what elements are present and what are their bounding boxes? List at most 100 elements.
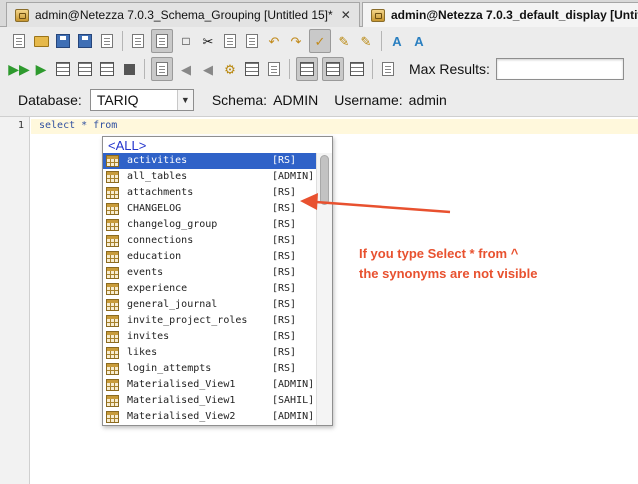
check-button[interactable]: ✓ (309, 29, 331, 53)
table-icon (106, 283, 119, 295)
find-button[interactable]: ✎ (335, 32, 353, 50)
autocomplete-item[interactable]: likes [RS] (103, 345, 316, 361)
autocomplete-item-schema: [ADMIN] (272, 411, 315, 422)
toggle-button[interactable] (151, 29, 173, 53)
copy-button[interactable] (221, 32, 239, 50)
tab-label: admin@Netezza 7.0.3_Schema_Grouping [Unt… (35, 8, 333, 22)
close-icon[interactable]: ✕ (341, 8, 351, 22)
stop-button[interactable] (120, 60, 138, 78)
table-icon (106, 363, 119, 375)
connection-icon (15, 8, 29, 22)
autocomplete-filter-header[interactable]: <ALL> (108, 138, 146, 153)
sql-editor-window: admin@Netezza 7.0.3_Schema_Grouping [Unt… (0, 0, 638, 484)
print-button[interactable] (129, 32, 147, 50)
autocomplete-item-name: Materialised_View1 (127, 379, 236, 390)
find-replace-button[interactable]: ✎ (357, 32, 375, 50)
autocomplete-item[interactable]: general_journal [RS] (103, 297, 316, 313)
execute-button[interactable]: ▶ (32, 60, 50, 78)
autocomplete-item[interactable]: experience [RS] (103, 281, 316, 297)
rollback-button[interactable]: ◀ (199, 60, 217, 78)
table-icon (106, 395, 119, 407)
autocomplete-item[interactable]: Materialised_View2 [ADMIN] (103, 409, 316, 425)
text-view-icon (326, 62, 340, 76)
autocomplete-popup[interactable]: <ALL> activities [RS] all_tables [ADMIN] att… (102, 136, 333, 426)
max-results-input[interactable] (495, 58, 624, 80)
autocomplete-item[interactable]: all_tables [ADMIN] (103, 169, 316, 185)
close-file-button[interactable] (98, 32, 116, 50)
autocomplete-item[interactable]: changelog_group [RS] (103, 217, 316, 233)
export-button[interactable] (243, 60, 261, 78)
autocomplete-item[interactable]: login_attempts [RS] (103, 361, 316, 377)
stop-icon (123, 63, 135, 75)
autocomplete-item-name: CHANGELOG (127, 203, 182, 214)
autocomplete-item-name: invites (127, 331, 170, 342)
import-button[interactable] (265, 60, 283, 78)
table-icon (106, 171, 119, 183)
autocomplete-item[interactable]: events [RS] (103, 265, 316, 281)
copy-icon (224, 34, 236, 48)
table-icon (106, 203, 119, 215)
grid-view-icon (300, 62, 314, 76)
sql-code[interactable]: select * from (39, 120, 117, 131)
undo-button[interactable]: ↶ (265, 32, 283, 50)
print-icon (132, 34, 144, 48)
database-select[interactable]: TARIQ ▼ (89, 89, 194, 111)
connection-bar: Database: TARIQ ▼ Schema: ADMIN Username… (0, 84, 638, 116)
table-icon (106, 347, 119, 359)
paste-button[interactable] (243, 32, 261, 50)
autocomplete-item-name: Materialised_View1 (127, 395, 236, 406)
tab-default-display[interactable]: admin@Netezza 7.0.3_default_display [Unt… (362, 2, 638, 27)
autocomplete-item-schema: [RS] (272, 251, 297, 262)
explain-icon (100, 62, 114, 76)
import-icon (268, 62, 280, 76)
annotation-line-1: If you type Select * from ^ (359, 246, 519, 261)
new-file-button[interactable] (10, 32, 28, 50)
autocomplete-item-schema: [RS] (272, 187, 297, 198)
results-button[interactable] (348, 60, 366, 78)
execute-current-button[interactable] (76, 60, 94, 78)
toolbar-separator (381, 31, 382, 51)
print-results-button[interactable] (379, 60, 397, 78)
autocomplete-item[interactable]: attachments [RS] (103, 185, 316, 201)
line-number: 1 (17, 120, 24, 131)
autocomplete-list[interactable]: activities [RS] all_tables [ADMIN] attachmen… (103, 153, 316, 425)
execute-all-button[interactable]: ▶▶ (8, 60, 30, 78)
redo-button[interactable]: ↷ (287, 32, 305, 50)
max-results-label: Max Results: (409, 61, 490, 77)
save-as-button[interactable] (76, 32, 94, 50)
autocomplete-item[interactable]: invite_project_roles [RS] (103, 313, 316, 329)
format-alt-button[interactable]: A (410, 32, 428, 50)
results-icon (350, 62, 364, 76)
select-all-button[interactable]: □ (177, 32, 195, 50)
tab-schema-grouping[interactable]: admin@Netezza 7.0.3_Schema_Grouping [Unt… (6, 2, 360, 27)
autocomplete-item[interactable]: Materialised_View1 [ADMIN] (103, 377, 316, 393)
autocomplete-item[interactable]: invites [RS] (103, 329, 316, 345)
table-icon (106, 251, 119, 263)
run-icon: ▶ (35, 61, 47, 77)
open-button[interactable] (32, 32, 50, 50)
autocomplete-item-name: general_journal (127, 299, 218, 310)
cut-button[interactable]: ✂ (199, 32, 217, 50)
autocomplete-item[interactable]: activities [RS] (103, 153, 316, 169)
tab-label: admin@Netezza 7.0.3_default_display [Unt… (391, 8, 638, 22)
text-view-button[interactable] (322, 57, 344, 81)
autocomplete-item[interactable]: Materialised_View1 [SAHIL] (103, 393, 316, 409)
connection-icon (371, 8, 385, 22)
close-file-icon (101, 34, 113, 48)
autocomplete-item[interactable]: CHANGELOG [RS] (103, 201, 316, 217)
autocomplete-item-name: all_tables (127, 171, 188, 182)
execute-script-button[interactable] (54, 60, 72, 78)
table-icon (106, 219, 119, 231)
autocomplete-item-name: login_attempts (127, 363, 212, 374)
autocomplete-item[interactable]: education [RS] (103, 249, 316, 265)
format-button[interactable]: A (388, 32, 406, 50)
scrollbar[interactable] (316, 153, 332, 425)
autocommit-button[interactable] (151, 57, 173, 81)
save-button[interactable] (54, 32, 72, 50)
commit-button[interactable]: ◀ (177, 60, 195, 78)
grid-view-button[interactable] (296, 57, 318, 81)
scrollbar-thumb[interactable] (320, 155, 329, 205)
history-button[interactable]: ⚙ (221, 60, 239, 78)
autocomplete-item[interactable]: connections [RS] (103, 233, 316, 249)
explain-button[interactable] (98, 60, 116, 78)
